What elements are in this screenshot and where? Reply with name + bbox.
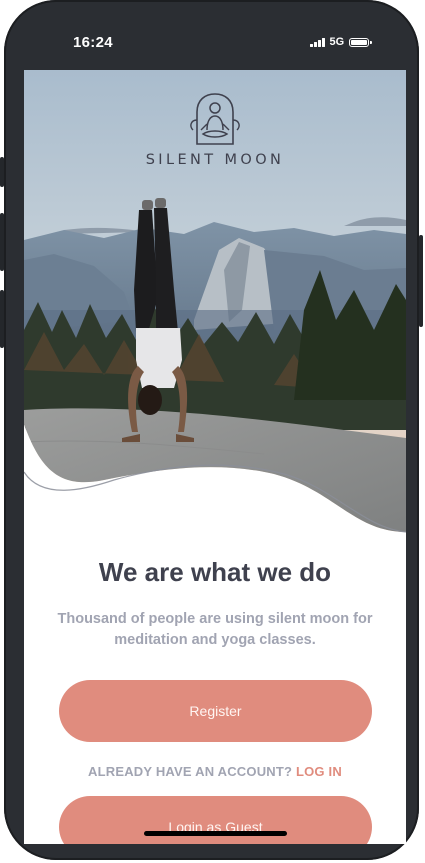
page-title: We are what we do	[98, 557, 332, 587]
page-subtitle: Thousand of people are using silent moon…	[57, 611, 373, 648]
brand-name: SILENT MOON	[145, 152, 285, 168]
power-button	[419, 235, 423, 327]
status-time: 16:24	[73, 34, 113, 51]
network-label: 5G	[329, 36, 345, 48]
battery-icon	[349, 37, 373, 47]
brand-logo	[24, 90, 406, 157]
signal-icon	[310, 37, 325, 47]
login-prompt-text: ALREADY HAVE AN ACCOUNT?	[88, 764, 293, 779]
volume-down-button	[0, 290, 4, 348]
status-bar: 16:24 5G	[0, 0, 425, 70]
status-indicators: 5G	[310, 35, 373, 49]
login-link[interactable]: LOG IN	[296, 764, 342, 779]
login-as-guest-button[interactable]: Login as Guest	[59, 796, 372, 844]
home-indicator[interactable]	[144, 831, 287, 836]
mute-switch	[0, 157, 4, 187]
welcome-screen: SILENT MOON We are what we do Thousand o…	[24, 70, 406, 844]
volume-up-button	[0, 213, 4, 271]
register-button[interactable]: Register	[59, 680, 372, 742]
login-prompt-row: ALREADY HAVE AN ACCOUNT? LOG IN	[24, 764, 406, 779]
meditating-figure-icon	[190, 93, 240, 145]
